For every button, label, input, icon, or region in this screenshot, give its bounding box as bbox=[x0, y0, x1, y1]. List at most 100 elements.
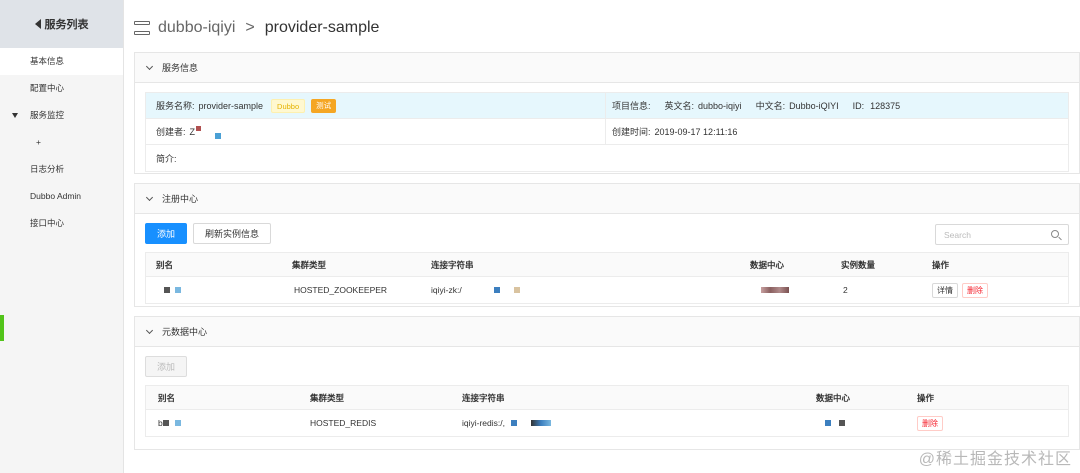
cluster-cell: HOSTED_REDIS bbox=[310, 418, 377, 428]
metadata-toolbar: 添加 bbox=[135, 347, 1079, 385]
redacted-mark bbox=[530, 420, 551, 426]
cn-name-value: Dubbo-iQIYI bbox=[789, 100, 839, 111]
refresh-instances-button[interactable]: 刷新实例信息 bbox=[193, 222, 272, 244]
col-datacenter: 数据中心 bbox=[750, 259, 785, 270]
registry-header[interactable]: 注册中心 bbox=[135, 184, 1079, 214]
sidebar: 服务列表 基本信息 配置中心 服务监控 + 日志分析 Dubbo Admin 接… bbox=[0, 0, 124, 473]
delete-button[interactable]: 删除 bbox=[962, 282, 988, 298]
test-tag: 测试 bbox=[311, 98, 337, 113]
chevron-down-icon bbox=[145, 326, 154, 334]
breadcrumb: dubbo-iqiyi > provider-sample bbox=[134, 15, 379, 41]
sidebar-item-dubbo-admin[interactable]: Dubbo Admin bbox=[0, 183, 123, 210]
sidebar-item-log-analysis[interactable]: 日志分析 bbox=[0, 156, 123, 183]
instance-count-cell: 2 bbox=[843, 285, 848, 295]
registry-table: 别名 集群类型 连接字符串 数据中心 实例数量 操作 HOSTED_ZOOKEE… bbox=[145, 252, 1069, 304]
connection-cell: iqiyi-redis:/, bbox=[462, 410, 551, 436]
scroll-indicator bbox=[0, 315, 4, 341]
col-connection: 连接字符串 bbox=[462, 392, 505, 403]
search-icon[interactable] bbox=[1051, 230, 1059, 238]
actions-cell: 删除 bbox=[917, 410, 947, 436]
delete-button[interactable]: 删除 bbox=[917, 415, 943, 431]
created-value: 2019-09-17 12:11:16 bbox=[654, 126, 738, 137]
col-connection: 连接字符串 bbox=[431, 259, 474, 270]
service-info-header[interactable]: 服务信息 bbox=[135, 53, 1079, 83]
registry-panel: 注册中心 添加 刷新实例信息 别名 集群类型 连接字符串 数据中心 实例数量 操… bbox=[134, 183, 1080, 307]
table-row: HOSTED_ZOOKEEPER iqiyi-zk:/ 2 详情 删除 bbox=[146, 277, 1068, 303]
detail-button[interactable]: 详情 bbox=[932, 282, 958, 298]
sidebar-item-interface-center[interactable]: 接口中心 bbox=[0, 210, 123, 237]
metadata-header[interactable]: 元数据中心 bbox=[135, 317, 1079, 347]
intro-label: 简介: bbox=[156, 153, 177, 164]
sidebar-menu: 基本信息 配置中心 服务监控 + 日志分析 Dubbo Admin 接口中心 bbox=[0, 48, 123, 237]
cn-name-label: 中文名: bbox=[755, 101, 786, 111]
metadata-table: 别名 集群类型 连接字符串 数据中心 操作 b HOSTED_REDIS iqi… bbox=[145, 385, 1069, 437]
sidebar-item-label: 基本信息 bbox=[30, 56, 65, 66]
sidebar-item-label: 接口中心 bbox=[30, 218, 65, 228]
connection-cell: iqiyi-zk:/ bbox=[431, 277, 520, 303]
metadata-panel: 元数据中心 添加 别名 集群类型 连接字符串 数据中心 操作 b HOSTED_… bbox=[134, 316, 1080, 450]
dubbo-tag: Dubbo bbox=[271, 98, 306, 113]
creator-value: Z bbox=[189, 126, 196, 137]
col-alias: 别名 bbox=[156, 259, 174, 270]
breadcrumb-app[interactable]: dubbo-iqiyi bbox=[158, 19, 235, 37]
search-input[interactable] bbox=[944, 229, 1044, 240]
sidebar-item-service-monitor[interactable]: 服务监控 bbox=[0, 102, 123, 129]
watermark: @稀土掘金技术社区 bbox=[918, 451, 1072, 468]
creator-label: 创建者: bbox=[156, 127, 186, 137]
sidebar-item-label: 服务监控 bbox=[30, 110, 65, 120]
registry-search[interactable] bbox=[935, 224, 1069, 245]
alias-cell bbox=[164, 277, 181, 303]
panel-title: 服务信息 bbox=[162, 63, 199, 73]
project-label: 项目信息: bbox=[612, 101, 651, 111]
service-name-label: 服务名称: bbox=[156, 101, 195, 111]
breadcrumb-separator: > bbox=[245, 19, 255, 36]
redacted-mark bbox=[513, 287, 520, 293]
en-name-label: 英文名: bbox=[664, 101, 695, 111]
sidebar-title: 服务列表 bbox=[44, 19, 89, 31]
sidebar-item-label: 配置中心 bbox=[30, 83, 65, 93]
col-cluster-type: 集群类型 bbox=[292, 259, 327, 270]
cluster-cell: HOSTED_ZOOKEEPER bbox=[294, 285, 388, 295]
redacted-mark bbox=[839, 420, 845, 426]
col-actions: 操作 bbox=[917, 392, 935, 403]
redacted-mark bbox=[761, 287, 789, 293]
metadata-add-button[interactable]: 添加 bbox=[145, 355, 188, 377]
info-cell-intro: 简介: bbox=[146, 145, 1068, 171]
sidebar-subitem[interactable]: + bbox=[0, 129, 123, 156]
en-name-value: dubbo-iqiyi bbox=[698, 100, 742, 111]
id-value: 128375 bbox=[870, 100, 901, 111]
registry-add-button[interactable]: 添加 bbox=[145, 222, 188, 244]
sidebar-item-label: 日志分析 bbox=[30, 164, 65, 174]
col-actions: 操作 bbox=[932, 259, 950, 270]
redacted-mark bbox=[215, 132, 222, 139]
sidebar-item-config-center[interactable]: 配置中心 bbox=[0, 75, 123, 102]
server-icon bbox=[134, 21, 150, 35]
col-instance-count: 实例数量 bbox=[841, 259, 876, 270]
created-label: 创建时间: bbox=[612, 127, 651, 137]
table-row: b HOSTED_REDIS iqiyi-redis:/, 删除 bbox=[146, 410, 1068, 436]
panel-title: 注册中心 bbox=[162, 194, 199, 204]
datacenter-cell bbox=[825, 410, 845, 436]
id-label: ID: bbox=[852, 100, 865, 111]
col-datacenter: 数据中心 bbox=[816, 392, 851, 403]
service-info-grid: 服务名称: provider-sample Dubbo 测试 项目信息: 英文名… bbox=[145, 92, 1069, 172]
registry-toolbar: 添加 刷新实例信息 bbox=[135, 214, 1079, 252]
col-cluster-type: 集群类型 bbox=[310, 392, 345, 403]
breadcrumb-service: provider-sample bbox=[264, 19, 380, 36]
caret-down-icon bbox=[12, 113, 18, 118]
info-row: 创建者: Z 创建时间: 2019-09-17 12:11:16 bbox=[146, 119, 1068, 145]
redacted-mark bbox=[162, 420, 169, 426]
service-list-back-button[interactable]: 服务列表 bbox=[0, 0, 123, 48]
redacted-mark bbox=[174, 420, 181, 426]
sidebar-item-basic-info[interactable]: 基本信息 bbox=[0, 48, 123, 75]
connection-value: iqiyi-redis:/, bbox=[462, 418, 505, 428]
info-row: 服务名称: provider-sample Dubbo 测试 项目信息: 英文名… bbox=[146, 93, 1068, 119]
table-header-row: 别名 集群类型 连接字符串 数据中心 操作 bbox=[146, 386, 1068, 410]
caret-left-icon bbox=[34, 19, 41, 29]
panel-title: 元数据中心 bbox=[162, 327, 208, 337]
service-name-value: provider-sample bbox=[198, 100, 264, 111]
table-header-row: 别名 集群类型 连接字符串 数据中心 实例数量 操作 bbox=[146, 253, 1068, 277]
sidebar-item-label: + bbox=[36, 137, 41, 147]
redacted-mark bbox=[164, 287, 170, 293]
actions-cell: 详情 删除 bbox=[932, 277, 992, 303]
